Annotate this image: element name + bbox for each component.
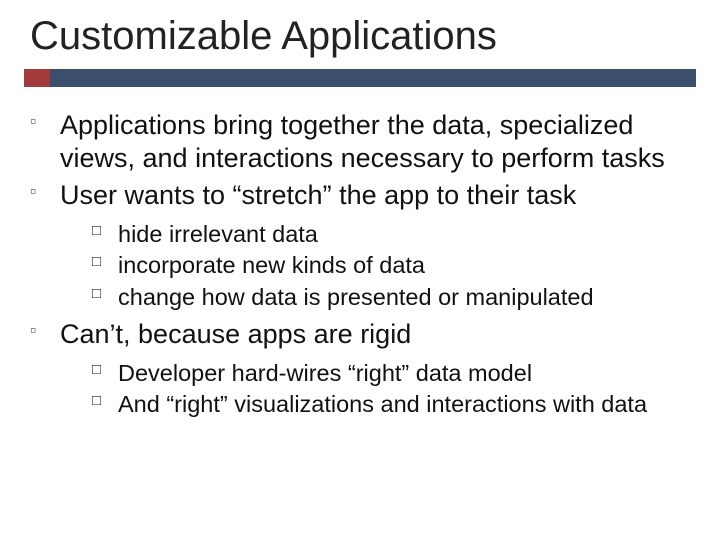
bullet-text: User wants to “stretch” the app to their… xyxy=(60,180,576,210)
sub-bullet-list: hide irrelevant data incorporate new kin… xyxy=(60,220,696,312)
list-item: hide irrelevant data xyxy=(60,220,696,249)
bullet-text: And “right” visualizations and interacti… xyxy=(118,391,647,417)
list-item: incorporate new kinds of data xyxy=(60,251,696,280)
list-item: Developer hard-wires “right” data model xyxy=(60,359,696,388)
bullet-list: Applications bring together the data, sp… xyxy=(30,109,696,420)
bullet-text: incorporate new kinds of data xyxy=(118,252,425,278)
bullet-text: Can’t, because apps are rigid xyxy=(60,319,411,349)
bullet-text: Developer hard-wires “right” data model xyxy=(118,360,532,386)
list-item: And “right” visualizations and interacti… xyxy=(60,390,696,419)
list-item: Applications bring together the data, sp… xyxy=(30,109,696,175)
bullet-text: Applications bring together the data, sp… xyxy=(60,110,665,173)
bullet-text: hide irrelevant data xyxy=(118,221,318,247)
list-item: change how data is presented or manipula… xyxy=(60,283,696,312)
slide: Customizable Applications Applications b… xyxy=(0,0,720,540)
slide-body: Applications bring together the data, sp… xyxy=(24,109,696,420)
title-bar-accent xyxy=(24,69,50,87)
sub-bullet-list: Developer hard-wires “right” data model … xyxy=(60,359,696,420)
bullet-text: change how data is presented or manipula… xyxy=(118,284,594,310)
title-bar-main xyxy=(24,69,696,87)
list-item: Can’t, because apps are rigid Developer … xyxy=(30,318,696,420)
list-item: User wants to “stretch” the app to their… xyxy=(30,179,696,312)
slide-title: Customizable Applications xyxy=(24,14,696,59)
title-underline xyxy=(24,69,696,87)
